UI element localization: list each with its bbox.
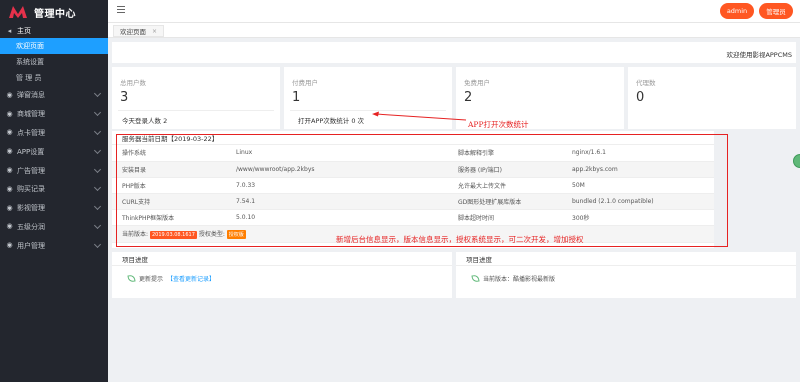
logo[interactable]: 管理中心 bbox=[0, 0, 108, 24]
progress-row: 当前版本：酷播影视最新版 bbox=[471, 274, 556, 283]
receipt-icon: ◉ bbox=[6, 184, 13, 193]
share-icon: ◉ bbox=[6, 222, 13, 231]
sidebar-home[interactable]: ◂ 主页 bbox=[0, 24, 108, 38]
view-changelog-link[interactable]: 【查看更新记录】 bbox=[167, 274, 215, 283]
close-icon[interactable]: × bbox=[152, 28, 157, 35]
chevron-down-icon bbox=[93, 146, 102, 154]
sidebar-home-label: 主页 bbox=[17, 27, 31, 35]
tab-bar: 欢迎页面 × bbox=[108, 22, 800, 38]
floating-chat-icon[interactable] bbox=[793, 154, 800, 168]
stat-value: 0 bbox=[636, 90, 645, 105]
sidebar-item-label: 用户管理 bbox=[17, 241, 45, 250]
sidebar-item-popup[interactable]: ◉ 弹窗消息 bbox=[0, 86, 108, 105]
sidebar-item-purchases[interactable]: ◉ 购买记录 bbox=[0, 180, 108, 199]
progress-panel-version: 项目进度 当前版本：酷播影视最新版 bbox=[456, 252, 796, 298]
card-icon: ◉ bbox=[6, 128, 13, 137]
menu-toggle-icon[interactable] bbox=[117, 6, 125, 14]
sidebar: 管理中心 ◂ 主页 欢迎页面 系统设置 管 理 员 ◉ 弹窗消息 ◉ 商城管理 … bbox=[0, 0, 108, 382]
annotation-arrow bbox=[372, 111, 467, 121]
welcome-text: 欢迎使用影视APPCMS bbox=[726, 51, 792, 59]
film-icon: ◉ bbox=[6, 203, 13, 212]
tab-label: 欢迎页面 bbox=[120, 28, 146, 36]
sidebar-item-cards[interactable]: ◉ 点卡管理 bbox=[0, 124, 108, 143]
tab-welcome[interactable]: 欢迎页面 × bbox=[113, 25, 165, 37]
progress-panel-updates: 项目进度 更新提示 【查看更新记录】 bbox=[112, 252, 452, 298]
welcome-bar: 欢迎使用影视APPCMS bbox=[112, 42, 796, 63]
stat-title: 总用户数 bbox=[120, 79, 146, 87]
sidebar-item-label: 广告管理 bbox=[17, 166, 45, 175]
sidebar-sub-label: 欢迎页面 bbox=[16, 42, 44, 50]
stat-title: 代理数 bbox=[636, 79, 656, 87]
home-icon: ◂ bbox=[7, 26, 12, 35]
stat-value: 3 bbox=[120, 90, 129, 105]
logo-icon bbox=[8, 5, 28, 19]
chevron-down-icon bbox=[93, 165, 102, 173]
annotation-main: 新增后台信息显示，版本信息显示，授权系统显示，可二次开发，增加授权 bbox=[336, 235, 584, 244]
stat-footer: 今天登录人数 2 bbox=[122, 117, 168, 125]
stat-value: 2 bbox=[464, 90, 473, 105]
sidebar-item-label: APP设置 bbox=[17, 147, 45, 156]
chevron-down-icon bbox=[93, 90, 102, 98]
chevron-down-icon bbox=[93, 184, 102, 192]
chevron-down-icon bbox=[93, 109, 102, 117]
bell-icon: ◉ bbox=[6, 90, 13, 99]
sidebar-sub-label: 系统设置 bbox=[16, 58, 44, 66]
chevron-down-icon bbox=[93, 221, 102, 230]
sidebar-item-label: 点卡管理 bbox=[17, 128, 45, 137]
app-root: 管理中心 ◂ 主页 欢迎页面 系统设置 管 理 员 ◉ 弹窗消息 ◉ 商城管理 … bbox=[0, 0, 800, 382]
stat-card-agents: 代理数 0 bbox=[628, 67, 796, 129]
progress-title: 项目进度 bbox=[456, 252, 796, 266]
sidebar-item-label: 弹窗消息 bbox=[17, 91, 45, 100]
role-button[interactable]: 管理员 bbox=[759, 3, 793, 19]
phone-icon: ◉ bbox=[6, 147, 13, 156]
chevron-down-icon bbox=[93, 203, 102, 211]
sidebar-item-label: 商城管理 bbox=[17, 110, 45, 119]
sidebar-item-shop[interactable]: ◉ 商城管理 bbox=[0, 105, 108, 124]
sidebar-item-ads[interactable]: ◉ 广告管理 bbox=[0, 161, 108, 180]
divider bbox=[118, 110, 274, 111]
app-title: 管理中心 bbox=[34, 8, 76, 20]
sidebar-item-label: 购买记录 bbox=[17, 185, 45, 194]
progress-text: 当前版本：酷播影视最新版 bbox=[483, 276, 556, 283]
admin-button[interactable]: admin bbox=[720, 3, 754, 19]
sidebar-sub-admins[interactable]: 管 理 员 bbox=[0, 70, 108, 86]
sidebar-item-profit[interactable]: ◉ 五级分润 bbox=[0, 218, 108, 237]
leaf-icon bbox=[127, 274, 136, 283]
sidebar-sub-welcome[interactable]: 欢迎页面 bbox=[0, 38, 108, 54]
leaf-icon bbox=[471, 274, 480, 283]
sidebar-item-label: 五级分润 bbox=[17, 222, 45, 231]
annotation-box bbox=[116, 134, 728, 247]
sidebar-item-films[interactable]: ◉ 影视管理 bbox=[0, 199, 108, 218]
user-icon: ◉ bbox=[6, 241, 13, 250]
chevron-down-icon bbox=[93, 127, 102, 136]
cart-icon: ◉ bbox=[6, 109, 13, 118]
sidebar-sub-label: 管 理 员 bbox=[16, 74, 42, 82]
stat-value: 1 bbox=[292, 90, 301, 105]
top-bar: admin 管理员 bbox=[108, 0, 800, 22]
annotation-app-stat: APP打开次数统计 bbox=[468, 120, 529, 129]
stat-title: 付费用户 bbox=[292, 79, 318, 87]
progress-text: 更新提示 bbox=[139, 276, 164, 283]
chevron-down-icon bbox=[93, 240, 102, 248]
stat-footer: 打开APP次数统计 0 次 bbox=[298, 117, 365, 125]
sidebar-item-app[interactable]: ◉ APP设置 bbox=[0, 142, 108, 161]
sidebar-item-users[interactable]: ◉ 用户管理 bbox=[0, 236, 108, 255]
sidebar-item-label: 影视管理 bbox=[17, 204, 45, 213]
ad-icon: ◉ bbox=[6, 166, 13, 175]
sidebar-sub-settings[interactable]: 系统设置 bbox=[0, 54, 108, 70]
stat-title: 免费用户 bbox=[464, 79, 490, 87]
progress-title: 项目进度 bbox=[112, 252, 452, 266]
stat-card-total-users: 总用户数 3 今天登录人数 2 bbox=[112, 67, 280, 129]
progress-row: 更新提示 【查看更新记录】 bbox=[127, 274, 215, 283]
